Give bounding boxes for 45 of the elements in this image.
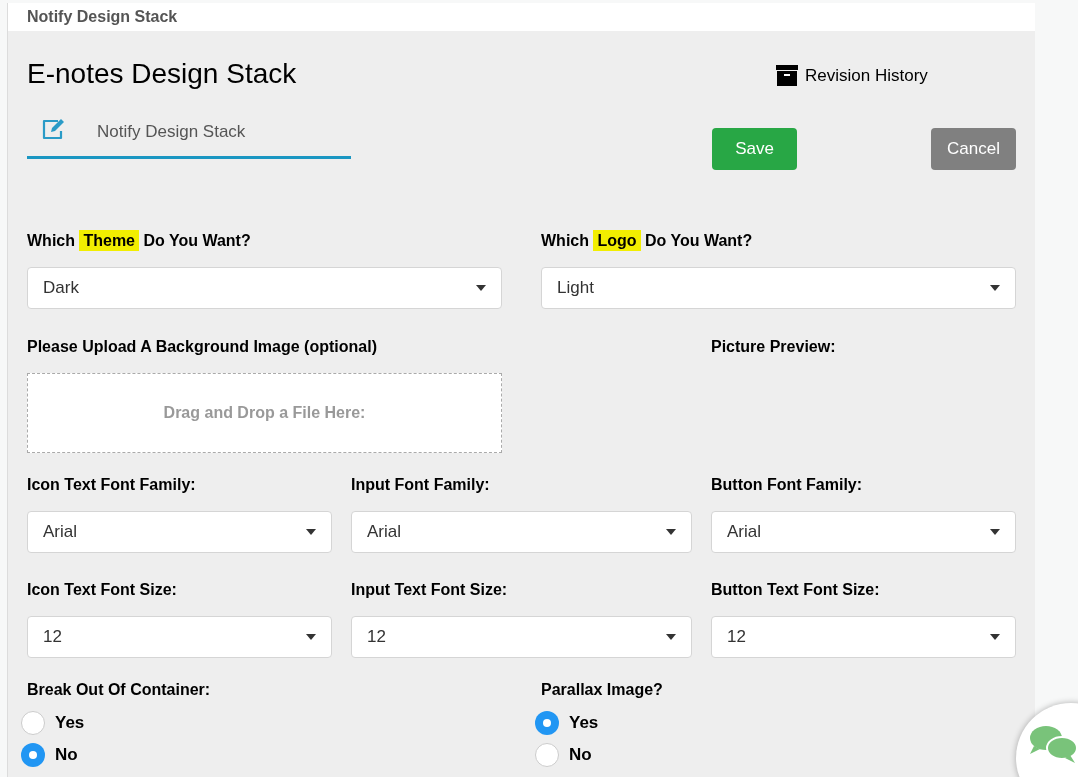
- field-label: Button Text Font Size:: [711, 580, 881, 600]
- drop-zone-text: Drag and Drop a File Here:: [163, 403, 366, 423]
- upload-label: Please Upload A Background Image (optional): [27, 337, 378, 357]
- caret-icon: [306, 529, 316, 535]
- chat-bubbles-icon: [1028, 723, 1078, 765]
- field-label: Button Font Family:: [711, 475, 864, 495]
- radio-button[interactable]: [21, 743, 45, 767]
- field-label: Input Font Family:: [351, 475, 491, 495]
- radio-button[interactable]: [21, 711, 45, 735]
- header-title: Notify Design Stack: [27, 7, 178, 27]
- dropdown-field[interactable]: Arial: [351, 511, 692, 553]
- radio-button[interactable]: [535, 743, 559, 767]
- radio-label: No: [55, 744, 78, 767]
- radio-button[interactable]: [535, 711, 559, 735]
- cancel-button[interactable]: Cancel: [931, 128, 1016, 170]
- preview-label: Picture Preview:: [711, 337, 837, 357]
- caret-icon: [666, 634, 676, 640]
- edit-icon: [41, 118, 67, 140]
- dropdown-field[interactable]: Arial: [27, 511, 332, 553]
- archive-box-icon: [776, 65, 798, 87]
- caret-icon: [306, 634, 316, 640]
- caret-icon: [476, 285, 486, 291]
- radio-label: Yes: [569, 712, 599, 735]
- caret-icon: [990, 634, 1000, 640]
- dropdown-field[interactable]: Arial: [711, 511, 1016, 553]
- field-label: Parallax Image?: [541, 680, 664, 700]
- dropdown-field[interactable]: Dark: [27, 267, 502, 309]
- name-field[interactable]: Notify Design Stack: [27, 121, 351, 159]
- field-label: Which Theme Do You Want?: [27, 229, 252, 253]
- caret-icon: [990, 529, 1000, 535]
- dropdown-field[interactable]: 12: [351, 616, 692, 658]
- field-label: Break Out Of Container:: [27, 680, 212, 700]
- page-title: E-notes Design Stack: [27, 57, 298, 91]
- radio-label: No: [569, 744, 592, 767]
- dropdown-field[interactable]: 12: [27, 616, 332, 658]
- field-label: Input Text Font Size:: [351, 580, 509, 600]
- field-label: Which Logo Do You Want?: [541, 229, 754, 253]
- dropdown-field[interactable]: Light: [541, 267, 1016, 309]
- field-label: Icon Text Font Size:: [27, 580, 178, 600]
- caret-icon: [666, 529, 676, 535]
- radio-label: Yes: [55, 712, 85, 735]
- revision-history-link[interactable]: Revision History: [776, 63, 928, 89]
- caret-icon: [990, 285, 1000, 291]
- dropdown-field[interactable]: 12: [711, 616, 1016, 658]
- field-label: Icon Text Font Family:: [27, 475, 197, 495]
